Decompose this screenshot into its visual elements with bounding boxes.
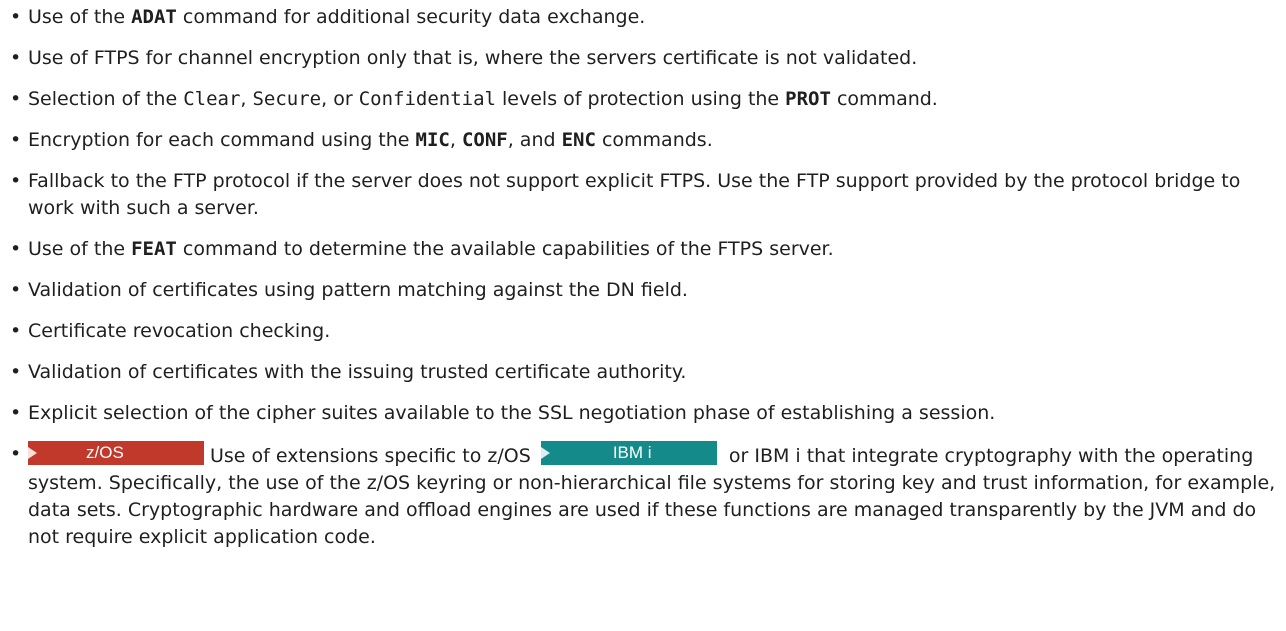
list-item: Encryption for each command using the MI… (10, 127, 1278, 154)
list-item: Selection of the Clear, Secure, or Confi… (10, 86, 1278, 113)
badge-label: IBM i (612, 443, 652, 462)
list-item: Use of the FEAT command to determine the… (10, 236, 1278, 263)
item-text: Use of extensions specific to z/OS (210, 445, 537, 467)
list-item: Use of the ADAT command for additional s… (10, 4, 1278, 31)
item-text: commands. (595, 129, 713, 151)
list-item: Validation of certificates using pattern… (10, 277, 1278, 304)
badge-label: z/OS (86, 443, 124, 462)
item-text: Validation of certificates using pattern… (28, 279, 688, 301)
command-name: CONF (461, 129, 508, 151)
item-text: Use of FTPS for channel encryption only … (28, 47, 918, 69)
item-text: Use of the (28, 6, 132, 28)
list-item: Use of FTPS for channel encryption only … (10, 45, 1278, 72)
item-text: , or (321, 88, 359, 110)
item-text: , and (507, 129, 562, 151)
item-text: Explicit selection of the cipher suites … (28, 402, 996, 424)
protection-level: Confidential (358, 88, 496, 110)
list-item: Fallback to the FTP protocol if the serv… (10, 168, 1278, 222)
item-text: , (240, 88, 253, 110)
protection-level: Clear (183, 88, 241, 110)
arrow-right-icon (28, 447, 37, 459)
protection-level: Secure (252, 88, 322, 110)
ibmi-platform-badge: IBM i (540, 441, 717, 465)
item-text: levels of protection using the (495, 88, 786, 110)
zos-platform-badge: z/OS (28, 441, 204, 465)
command-name: MIC (415, 129, 450, 151)
command-name: PROT (785, 88, 831, 110)
list-item: Certificate revocation checking. (10, 318, 1278, 345)
item-text: Certificate revocation checking. (28, 320, 331, 342)
item-text: Selection of the (28, 88, 184, 110)
item-text: Fallback to the FTP protocol if the serv… (28, 170, 1241, 219)
list-item: Explicit selection of the cipher suites … (10, 400, 1278, 427)
item-text: command for additional security data exc… (176, 6, 646, 28)
list-item: Validation of certificates with the issu… (10, 359, 1278, 386)
item-text: command to determine the available capab… (176, 238, 834, 260)
feature-list: Use of the ADAT command for additional s… (10, 4, 1278, 565)
list-item: z/OS Use of extensions specific to z/OS I… (10, 441, 1278, 551)
item-text: , (449, 129, 462, 151)
command-name: ENC (561, 129, 596, 151)
command-name: FEAT (131, 238, 177, 260)
arrow-right-icon (540, 447, 550, 459)
item-text: Use of the (28, 238, 132, 260)
item-text: Validation of certificates with the issu… (28, 361, 687, 383)
command-name: ADAT (131, 6, 177, 28)
item-text: command. (830, 88, 938, 110)
item-text: Encryption for each command using the (28, 129, 416, 151)
